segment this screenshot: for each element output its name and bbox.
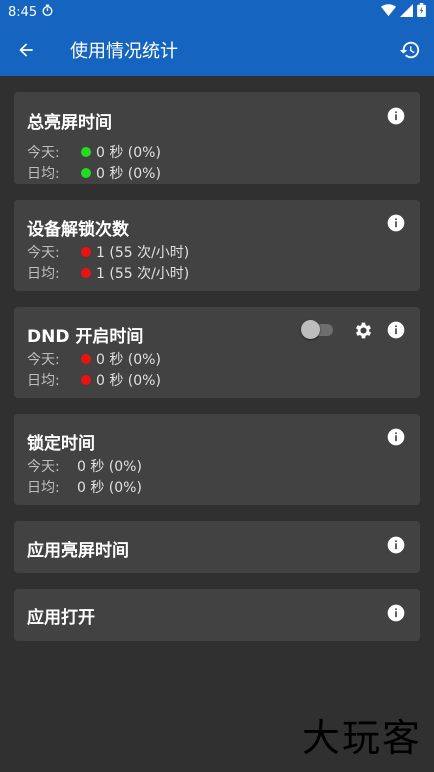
info-icon[interactable] <box>384 425 408 449</box>
today-label: 今天: <box>27 145 60 161</box>
today-row: 今天: 0 秒 (0%) <box>27 142 161 162</box>
today-label: 今天: <box>27 245 60 261</box>
status-time: 8:45 <box>8 4 38 20</box>
back-button[interactable] <box>0 24 52 76</box>
status-dot <box>81 147 91 157</box>
today-value: 0 秒 (0%) <box>96 352 161 368</box>
info-icon[interactable] <box>384 533 408 557</box>
card-app-opens[interactable]: 应用打开 <box>14 589 420 641</box>
daily-label: 日均: <box>27 266 60 282</box>
info-icon[interactable] <box>384 104 408 128</box>
gear-icon[interactable] <box>351 318 375 342</box>
card-screen-on-time[interactable]: 总亮屏时间 今天: 0 秒 (0%) 日均: 0 秒 (0%) <box>14 92 420 184</box>
history-button[interactable] <box>386 24 434 76</box>
wifi-icon <box>381 3 396 21</box>
status-dot <box>81 268 91 278</box>
card-locked-time[interactable]: 锁定时间 今天: 0 秒 (0%) 日均: 0 秒 (0%) <box>14 414 420 505</box>
today-value: 0 秒 (0%) <box>77 459 142 475</box>
card-unlock-count[interactable]: 设备解锁次数 今天: 1 (55 次/小时) 日均: 1 (55 次/小时) <box>14 200 420 291</box>
arrow-back-icon <box>19 43 33 57</box>
card-title: 应用打开 <box>27 608 95 628</box>
toggle-thumb <box>301 320 320 339</box>
daily-value: 0 秒 (0%) <box>77 480 142 496</box>
today-row: 今天: 0 秒 (0%) <box>27 349 161 369</box>
daily-label: 日均: <box>27 373 60 389</box>
card-title: 总亮屏时间 <box>27 113 112 133</box>
card-title: 锁定时间 <box>27 434 95 454</box>
watermark-logo: 大玩客 <box>301 716 422 760</box>
today-value: 1 (55 次/小时) <box>96 245 190 261</box>
dnd-toggle[interactable] <box>301 319 335 339</box>
card-app-screen-time[interactable]: 应用亮屏时间 <box>14 521 420 573</box>
info-icon[interactable] <box>384 211 408 235</box>
card-title: DND 开启时间 <box>27 327 144 347</box>
status-dot <box>81 168 91 178</box>
page-title: 使用情况统计 <box>70 41 178 62</box>
content-area: 总亮屏时间 今天: 0 秒 (0%) 日均: 0 秒 (0%) 设备解锁次数 今… <box>0 76 434 772</box>
daily-value: 0 秒 (0%) <box>96 166 161 182</box>
daily-row: 日均: 0 秒 (0%) <box>27 477 142 497</box>
daily-label: 日均: <box>27 166 60 182</box>
today-value: 0 秒 (0%) <box>96 145 161 161</box>
history-icon <box>399 41 420 59</box>
timer-icon <box>41 4 54 21</box>
info-icon[interactable] <box>384 318 408 342</box>
today-label: 今天: <box>27 352 60 368</box>
app-bar: 使用情况统计 <box>0 24 434 76</box>
card-title: 应用亮屏时间 <box>27 541 129 561</box>
card-title: 设备解锁次数 <box>27 220 129 240</box>
info-icon[interactable] <box>384 601 408 625</box>
status-dot <box>81 354 91 364</box>
daily-row: 日均: 0 秒 (0%) <box>27 163 161 183</box>
card-dnd-time[interactable]: DND 开启时间 今天: 0 秒 (0%) 日均: 0 秒 (0%) <box>14 307 420 398</box>
status-dot <box>81 375 91 385</box>
daily-row: 日均: 0 秒 (0%) <box>27 370 161 390</box>
daily-row: 日均: 1 (55 次/小时) <box>27 263 189 283</box>
battery-icon <box>417 3 426 21</box>
status-dot <box>81 247 91 257</box>
daily-label: 日均: <box>27 480 60 496</box>
daily-value: 1 (55 次/小时) <box>96 266 190 282</box>
daily-value: 0 秒 (0%) <box>96 373 161 389</box>
today-row: 今天: 0 秒 (0%) <box>27 456 142 476</box>
signal-icon <box>400 3 413 21</box>
status-bar: 8:45 <box>0 0 434 24</box>
today-label: 今天: <box>27 459 60 475</box>
today-row: 今天: 1 (55 次/小时) <box>27 242 189 262</box>
